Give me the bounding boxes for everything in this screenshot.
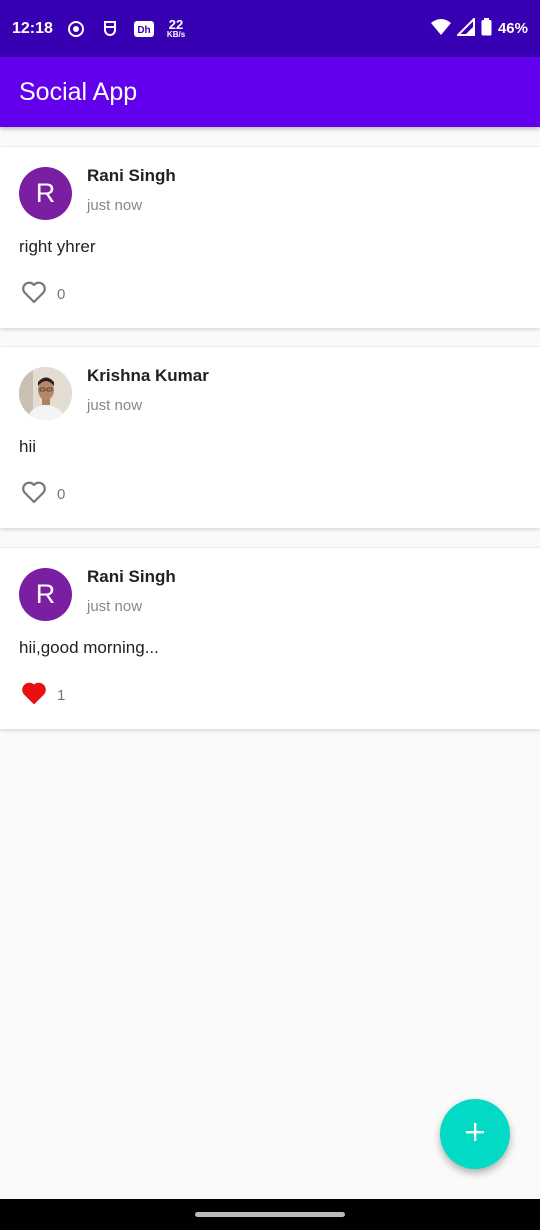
system-nav-bar bbox=[0, 1199, 540, 1230]
hotspot-icon bbox=[65, 18, 87, 40]
post-author[interactable]: Rani Singh bbox=[87, 567, 176, 587]
heart-filled-icon[interactable] bbox=[21, 681, 47, 710]
avatar[interactable] bbox=[19, 367, 72, 420]
like-count: 0 bbox=[57, 486, 66, 503]
status-bar: 12:18 Dh 22 KB/s 46% bbox=[0, 0, 540, 57]
svg-text:Dh: Dh bbox=[137, 25, 150, 36]
status-time: 12:18 bbox=[12, 19, 53, 37]
post-content: hii bbox=[19, 437, 37, 456]
home-gesture-handle[interactable] bbox=[195, 1212, 345, 1217]
post-content: right yhrer bbox=[19, 237, 96, 256]
post-author[interactable]: Rani Singh bbox=[87, 166, 176, 186]
heart-outline-icon[interactable] bbox=[21, 280, 47, 309]
plus-icon bbox=[464, 1121, 486, 1148]
post-card[interactable]: Krishna Kumar just now hii 0 bbox=[0, 346, 540, 528]
post-time: just now bbox=[87, 196, 143, 214]
post-content: hii,good morning... bbox=[19, 638, 159, 657]
wifi-icon bbox=[430, 18, 451, 39]
add-post-button[interactable] bbox=[440, 1099, 510, 1169]
post-card[interactable]: R Rani Singh just now hii,good morning..… bbox=[0, 547, 540, 729]
post-time: just now bbox=[87, 396, 143, 414]
shield-icon bbox=[99, 18, 121, 40]
like-count: 0 bbox=[57, 286, 66, 303]
post-card[interactable]: R Rani Singh just now right yhrer 0 bbox=[0, 146, 540, 328]
post-time: just now bbox=[87, 597, 143, 615]
dh-app-icon: Dh bbox=[133, 18, 155, 40]
app-bar: Social App bbox=[0, 57, 540, 127]
post-author[interactable]: Krishna Kumar bbox=[87, 366, 209, 386]
profile-photo bbox=[19, 367, 72, 420]
like-count: 1 bbox=[57, 687, 66, 704]
avatar[interactable]: R bbox=[19, 568, 72, 621]
heart-outline-icon[interactable] bbox=[21, 480, 47, 509]
battery-percent: 46% bbox=[497, 20, 528, 37]
network-speed: 22 KB/s bbox=[166, 17, 186, 39]
battery-icon bbox=[481, 17, 492, 40]
app-title: Social App bbox=[19, 77, 138, 106]
avatar[interactable]: R bbox=[19, 167, 72, 220]
signal-icon bbox=[455, 16, 475, 40]
